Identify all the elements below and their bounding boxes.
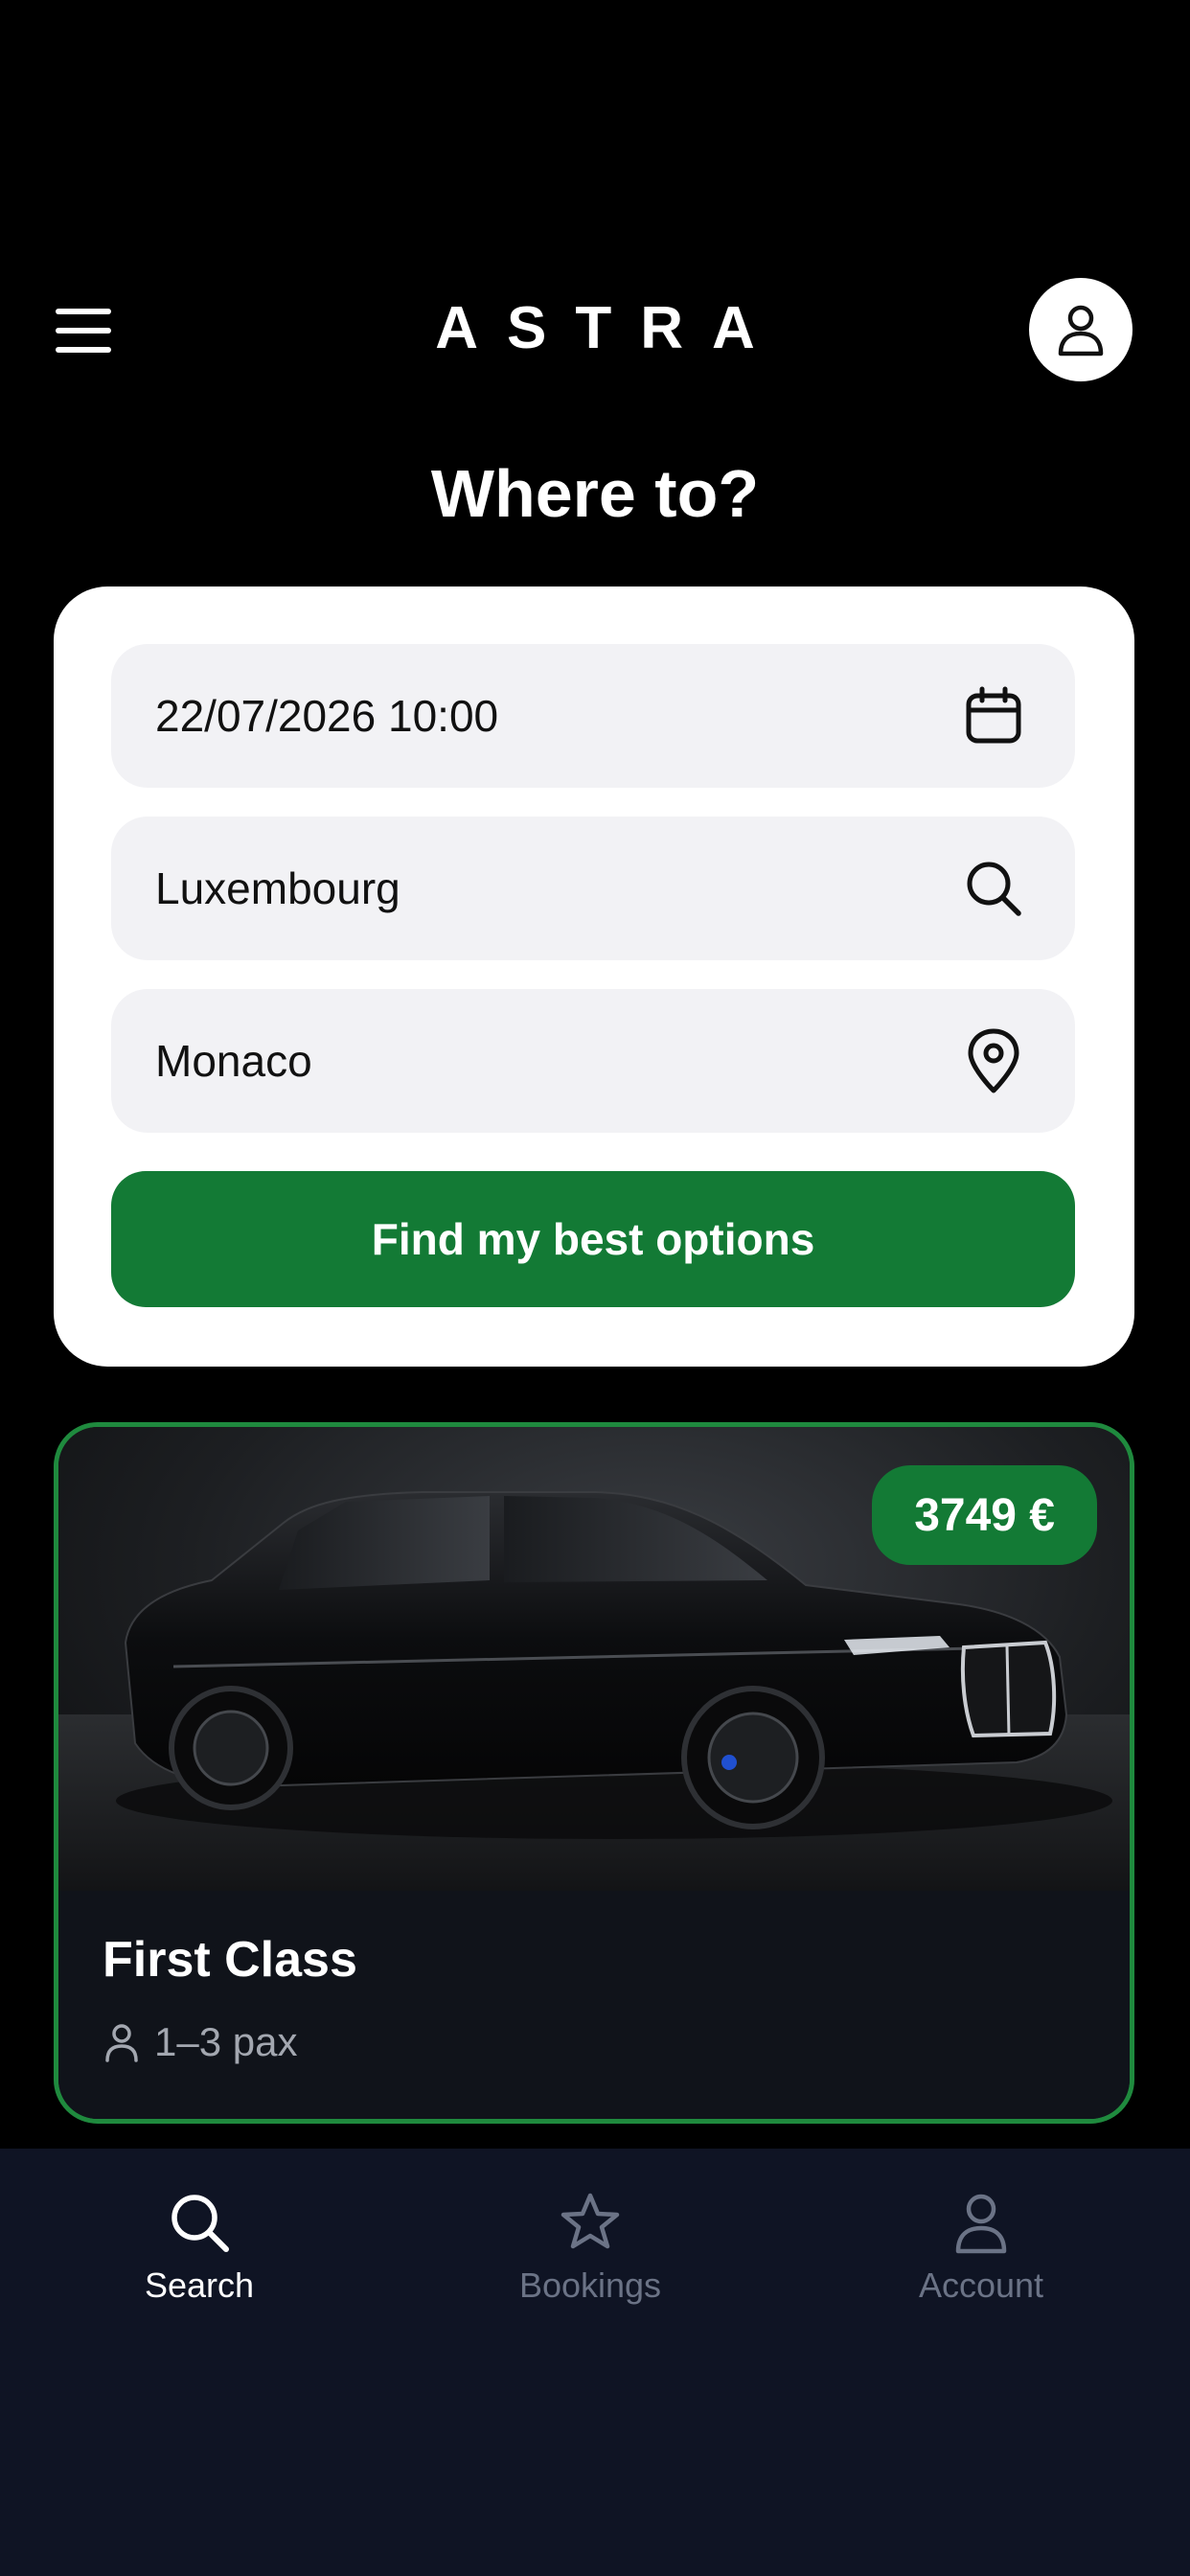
vehicle-photo: 3749 € [58, 1427, 1130, 1891]
star-icon [557, 2189, 624, 2256]
price-badge: 3749 € [872, 1465, 1097, 1565]
tab-bookings[interactable]: Bookings [446, 2189, 734, 2333]
brand-logo: ASTRA [435, 295, 784, 361]
tab-account[interactable]: Account [837, 2189, 1125, 2333]
app-screen: ASTRA Where to? 22/07/2026 10:00 Luxembo… [0, 0, 1190, 2576]
top-header: ASTRA [0, 278, 1190, 383]
map-pin-icon[interactable] [960, 1027, 1027, 1094]
page-title: Where to? [430, 456, 760, 531]
bottom-tab-bar: Search Bookings Account [0, 2149, 1190, 2576]
dropoff-value: Monaco [155, 1036, 312, 1086]
dropoff-field[interactable]: Monaco [111, 989, 1075, 1133]
pickup-value: Luxembourg [155, 863, 400, 913]
search-icon [166, 2189, 233, 2256]
search-form-card: 22/07/2026 10:00 Luxembourg Monaco Find … [54, 586, 1134, 1367]
datetime-value: 22/07/2026 10:00 [155, 691, 499, 741]
tab-search-label: Search [144, 2266, 255, 2305]
calendar-icon[interactable] [960, 682, 1027, 749]
vehicle-class-name: First Class [103, 1932, 357, 1988]
search-icon[interactable] [960, 855, 1027, 922]
vehicle-info: First Class 1–3 pax [58, 1891, 1130, 2119]
datetime-field[interactable]: 22/07/2026 10:00 [111, 644, 1075, 788]
find-options-button[interactable]: Find my best options [111, 1171, 1075, 1307]
tab-account-label: Account [918, 2266, 1044, 2305]
pickup-field[interactable]: Luxembourg [111, 816, 1075, 960]
user-icon [948, 2189, 1015, 2256]
passenger-capacity: 1–3 pax [103, 2019, 297, 2065]
person-icon [103, 2022, 141, 2062]
vehicle-option-card[interactable]: 3749 € First Class 1–3 pax [54, 1422, 1134, 2124]
user-icon [1058, 305, 1104, 356]
tab-bookings-label: Bookings [518, 2266, 662, 2305]
passenger-capacity-label: 1–3 pax [154, 2019, 298, 2064]
profile-button[interactable] [1029, 278, 1133, 381]
tab-search[interactable]: Search [56, 2189, 343, 2333]
